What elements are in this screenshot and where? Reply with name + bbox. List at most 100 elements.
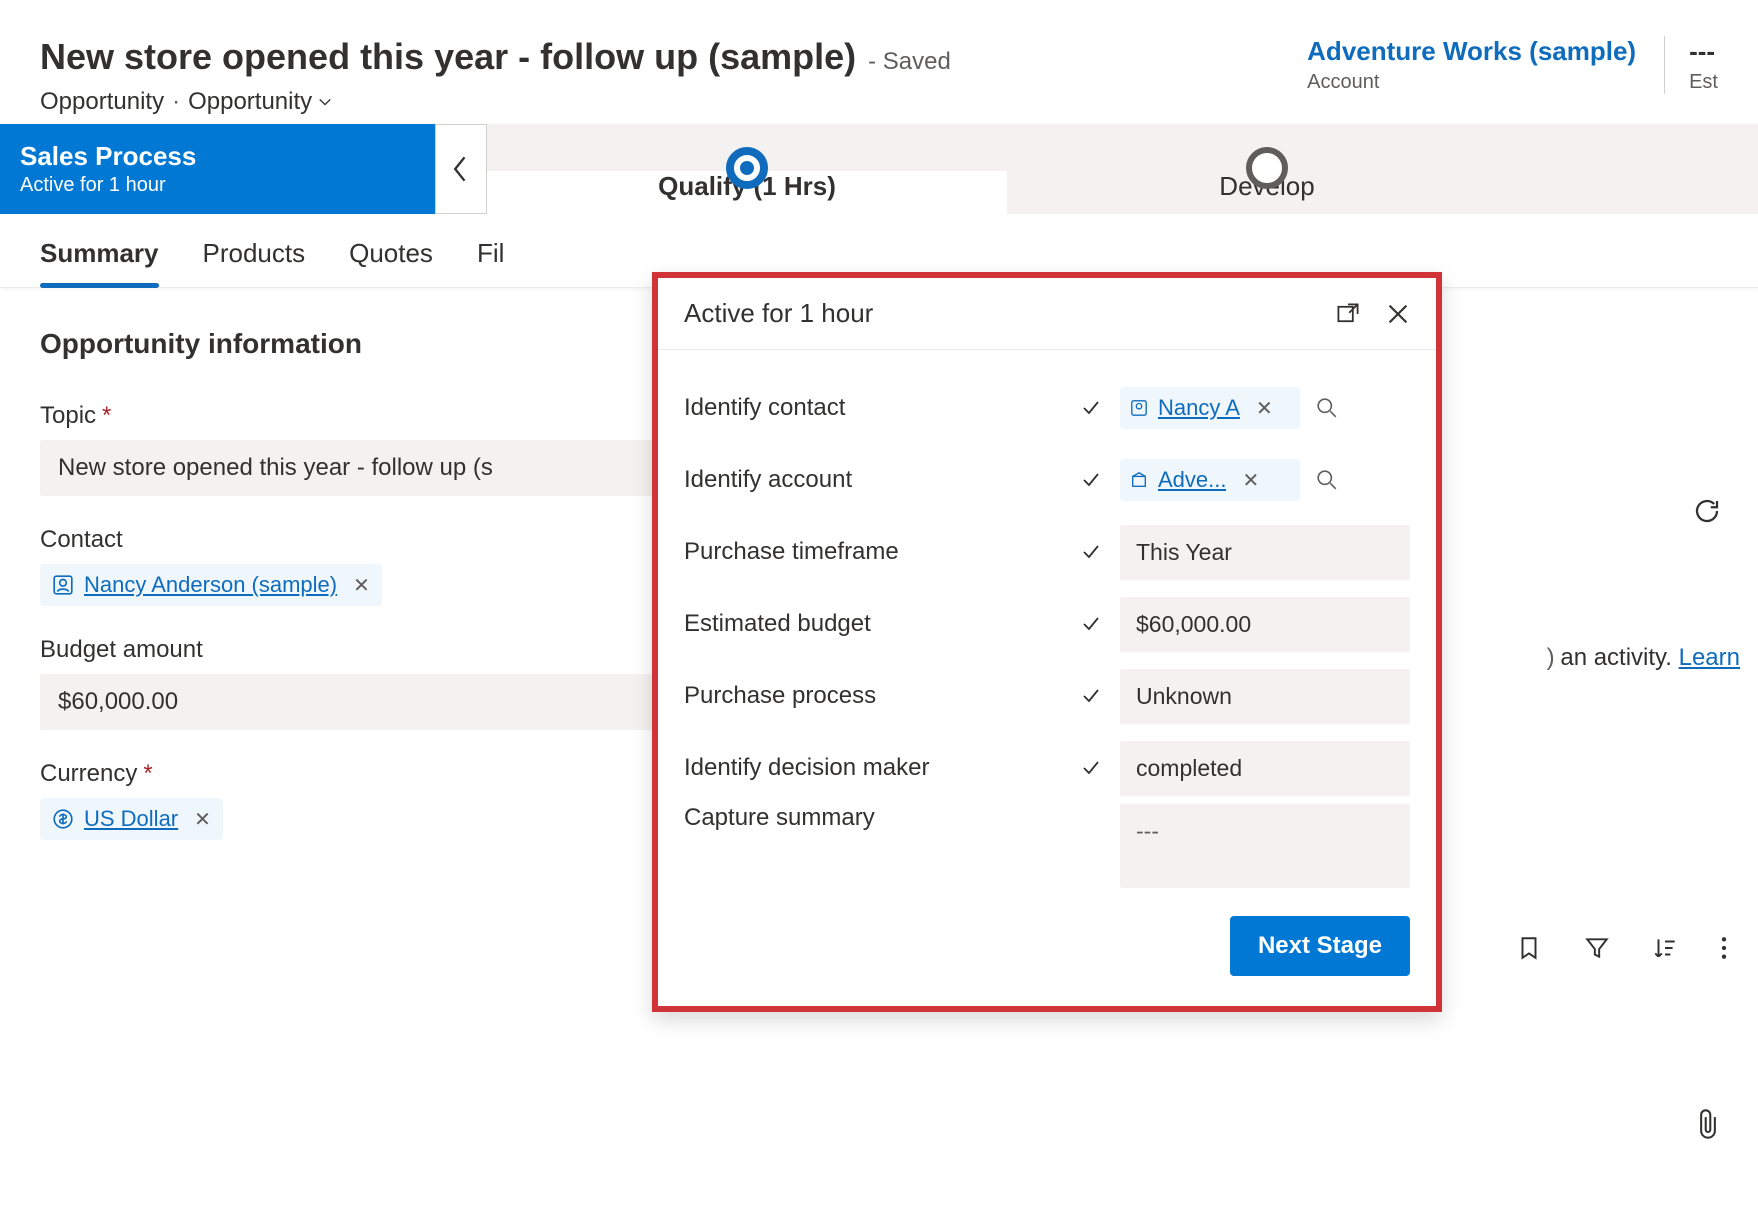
field-budget: Budget amount $60,000.00 [40,636,680,730]
check-icon [1074,614,1108,634]
bpf-collapse-button[interactable] [435,124,487,214]
bpf-header[interactable]: Sales Process Active for 1 hour [0,124,435,214]
contact-icon [1130,399,1148,417]
field-label: Currency [40,760,137,788]
field-contact: Contact Nancy Anderson (sample) ✕ [40,526,680,606]
account-lookup[interactable]: Adve... ✕ [1120,459,1410,501]
contact-link[interactable]: Nancy Anderson (sample) [84,572,337,598]
check-icon [1074,758,1108,778]
tab-products[interactable]: Products [203,238,306,287]
refresh-icon[interactable] [1692,496,1722,526]
clear-lookup-icon[interactable]: ✕ [1242,468,1259,493]
lookup-value[interactable]: Nancy A [1158,395,1240,421]
attachment-icon[interactable] [1694,1108,1722,1140]
bpf-stage-develop[interactable]: Develop [1007,171,1527,214]
step-label: Capture summary [684,804,1062,832]
learn-link[interactable]: Learn [1679,644,1740,671]
dock-icon[interactable] [1336,302,1360,326]
lookup-value[interactable]: Adve... [1158,467,1226,493]
entity-label: Opportunity [40,88,164,116]
check-icon [1074,398,1108,418]
contact-chip[interactable]: Nancy Anderson (sample) ✕ [40,564,382,606]
stage-indicator-active-icon [726,147,768,189]
summary-textarea[interactable]: --- [1120,804,1410,888]
timeline-toolbar [1516,935,1728,961]
step-label: Identify contact [684,394,1062,422]
business-process-flow: Sales Process Active for 1 hour Qualify … [0,124,1758,214]
tab-files-partial[interactable]: Fil [477,238,504,287]
tab-summary[interactable]: Summary [40,238,159,287]
currency-icon [52,808,74,830]
currency-link[interactable]: US Dollar [84,806,178,832]
step-purchase-timeframe: Purchase timeframe This Year [684,516,1410,588]
bpf-stages: Qualify (1 Hrs) Develop [487,124,1758,214]
saved-status: - Saved [868,48,951,76]
decision-maker-input[interactable]: completed [1120,741,1410,796]
field-label: Contact [40,526,123,554]
step-identify-account: Identify account Adve... ✕ [684,444,1410,516]
contact-icon [52,574,74,596]
account-sublabel: Account [1307,71,1636,94]
bookmark-icon[interactable] [1516,935,1542,961]
required-indicator: * [143,760,152,788]
step-identify-contact: Identify contact Nancy A ✕ [684,372,1410,444]
bpf-active-duration: Active for 1 hour [20,174,415,197]
header-right: Adventure Works (sample) Account --- Est [1307,36,1718,94]
stage-indicator-icon [1246,147,1288,189]
form-selector[interactable]: Opportunity [188,88,332,116]
step-label: Identify account [684,466,1062,494]
more-icon[interactable] [1720,935,1728,961]
flyout-title: Active for 1 hour [684,298,873,329]
timeframe-input[interactable]: This Year [1120,525,1410,580]
budget-input[interactable]: $60,000.00 [1120,597,1410,652]
close-icon[interactable] [1386,302,1410,326]
record-header: New store opened this year - follow up (… [0,0,1758,124]
required-indicator: * [102,402,111,430]
step-label: Identify decision maker [684,754,1062,782]
separator-dot: · [172,88,180,116]
currency-chip[interactable]: US Dollar ✕ [40,798,223,840]
field-label: Topic [40,402,96,430]
account-link[interactable]: Adventure Works (sample) [1307,36,1636,67]
chevron-down-icon [318,95,332,109]
step-decision-maker: Identify decision maker completed [684,732,1410,804]
step-label: Purchase process [684,682,1062,710]
process-input[interactable]: Unknown [1120,669,1410,724]
stage-flyout: Active for 1 hour Identify contact Nancy… [652,272,1442,1012]
account-icon [1130,471,1148,489]
remove-contact-icon[interactable]: ✕ [353,573,370,598]
next-stage-button[interactable]: Next Stage [1230,916,1410,976]
check-icon [1074,470,1108,490]
est-label: Est [1689,71,1718,94]
check-icon [1074,542,1108,562]
bpf-stage-qualify[interactable]: Qualify (1 Hrs) [487,171,1007,214]
sort-icon[interactable] [1652,935,1678,961]
header-left: New store opened this year - follow up (… [40,36,951,116]
topic-input[interactable]: New store opened this year - follow up (… [40,440,680,496]
search-icon[interactable] [1308,461,1346,499]
search-icon[interactable] [1308,389,1346,427]
step-label: Estimated budget [684,610,1062,638]
step-estimated-budget: Estimated budget $60,000.00 [684,588,1410,660]
field-label: Budget amount [40,636,203,664]
step-label: Purchase timeframe [684,538,1062,566]
clear-lookup-icon[interactable]: ✕ [1256,396,1273,421]
check-icon [1074,686,1108,706]
field-topic: Topic * New store opened this year - fol… [40,402,680,496]
step-capture-summary: Capture summary --- [684,804,1410,888]
field-currency: Currency * US Dollar ✕ [40,760,680,840]
step-purchase-process: Purchase process Unknown [684,660,1410,732]
form-section: Opportunity information Topic * New stor… [40,328,680,870]
activity-hint-partial: ) an activity. Learn [1547,644,1740,672]
filter-icon[interactable] [1584,935,1610,961]
est-value: --- [1689,36,1718,67]
remove-currency-icon[interactable]: ✕ [194,807,211,832]
chevron-left-icon [451,155,471,183]
record-title: New store opened this year - follow up (… [40,36,856,78]
section-title: Opportunity information [40,328,680,360]
tab-quotes[interactable]: Quotes [349,238,433,287]
bpf-name: Sales Process [20,141,415,172]
contact-lookup[interactable]: Nancy A ✕ [1120,387,1410,429]
flyout-body: Identify contact Nancy A ✕ Identify acco… [658,350,1436,888]
budget-input[interactable]: $60,000.00 [40,674,680,730]
